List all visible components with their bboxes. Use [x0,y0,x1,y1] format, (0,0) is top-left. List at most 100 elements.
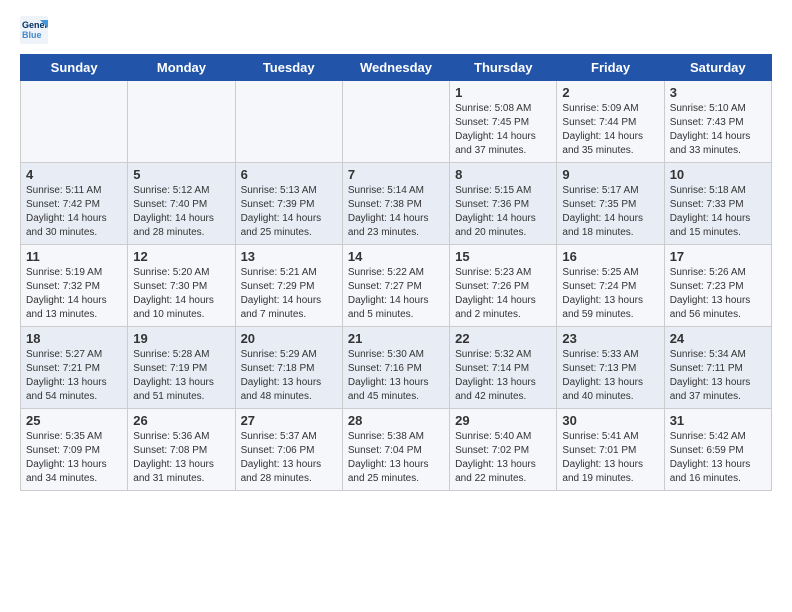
day-number: 9 [562,167,658,182]
weekday-header-thursday: Thursday [450,55,557,81]
header: General Blue [20,16,772,44]
weekday-header-wednesday: Wednesday [342,55,449,81]
day-info: Sunrise: 5:34 AM Sunset: 7:11 PM Dayligh… [670,348,766,404]
calendar-header: SundayMondayTuesdayWednesdayThursdayFrid… [21,55,772,81]
day-cell: 31Sunrise: 5:42 AM Sunset: 6:59 PM Dayli… [664,409,771,491]
day-number: 30 [562,413,658,428]
day-cell: 3Sunrise: 5:10 AM Sunset: 7:43 PM Daylig… [664,81,771,163]
weekday-header-sunday: Sunday [21,55,128,81]
day-cell: 16 Sunrise: 5:25 AM Sunset: 7:24 PM Dayli… [557,245,664,327]
day-cell: 11Sunrise: 5:19 AM Sunset: 7:32 PM Dayli… [21,245,128,327]
day-info: Sunrise: 5:14 AM Sunset: 7:38 PM Dayligh… [348,184,444,240]
day-info: Sunrise: 5:18 AM Sunset: 7:33 PM Dayligh… [670,184,766,240]
day-number: 25 [26,413,122,428]
day-cell: 2 Sunrise: 5:09 AM Sunset: 7:44 PM Daylig… [557,81,664,163]
weekday-header-monday: Monday [128,55,235,81]
day-number: 31 [670,413,766,428]
day-number: 23 [562,331,658,346]
day-cell: 22 Sunrise: 5:32 AM Sunset: 7:14 PM Dayli… [450,327,557,409]
weekday-header-saturday: Saturday [664,55,771,81]
day-cell [235,81,342,163]
day-info: Sunrise: 5:21 AM Sunset: 7:29 PM Dayligh… [241,266,337,322]
day-number: 8 [455,167,551,182]
day-cell [21,81,128,163]
day-cell: 30Sunrise: 5:41 AM Sunset: 7:01 PM Dayli… [557,409,664,491]
day-number: 22 [455,331,551,346]
day-info: Sunrise: 5:19 AM Sunset: 7:32 PM Dayligh… [26,266,122,322]
logo-icon: General Blue [20,16,48,44]
day-info: Sunrise: 5:08 AM Sunset: 7:45 PM Dayligh… [455,102,551,158]
day-number: 20 [241,331,337,346]
day-cell: 25 Sunrise: 5:35 AM Sunset: 7:09 PM Dayli… [21,409,128,491]
day-number: 19 [133,331,229,346]
day-cell [342,81,449,163]
day-number: 13 [241,249,337,264]
day-cell: 23 Sunrise: 5:33 AM Sunset: 7:13 PM Dayli… [557,327,664,409]
day-info: Sunrise: 5:15 AM Sunset: 7:36 PM Dayligh… [455,184,551,240]
day-info: Sunrise: 5:09 AM Sunset: 7:44 PM Dayligh… [562,102,658,158]
day-number: 21 [348,331,444,346]
day-cell: 8 Sunrise: 5:15 AM Sunset: 7:36 PM Daylig… [450,163,557,245]
day-number: 7 [348,167,444,182]
day-number: 18 [26,331,122,346]
page: General Blue SundayMondayTuesdayWednesda… [0,0,792,501]
day-cell [128,81,235,163]
day-info: Sunrise: 5:35 AM Sunset: 7:09 PM Dayligh… [26,430,122,486]
day-cell: 1 Sunrise: 5:08 AM Sunset: 7:45 PM Daylig… [450,81,557,163]
day-number: 1 [455,85,551,100]
weekday-header-friday: Friday [557,55,664,81]
day-cell: 27Sunrise: 5:37 AM Sunset: 7:06 PM Dayli… [235,409,342,491]
day-number: 6 [241,167,337,182]
day-cell: 4 Sunrise: 5:11 AM Sunset: 7:42 PM Daylig… [21,163,128,245]
day-cell: 14Sunrise: 5:22 AM Sunset: 7:27 PM Dayli… [342,245,449,327]
calendar-body: 1 Sunrise: 5:08 AM Sunset: 7:45 PM Daylig… [21,81,772,491]
day-cell: 26Sunrise: 5:36 AM Sunset: 7:08 PM Dayli… [128,409,235,491]
day-info: Sunrise: 5:32 AM Sunset: 7:14 PM Dayligh… [455,348,551,404]
day-info: Sunrise: 5:11 AM Sunset: 7:42 PM Dayligh… [26,184,122,240]
logo: General Blue [20,16,52,44]
week-row-3: 11Sunrise: 5:19 AM Sunset: 7:32 PM Dayli… [21,245,772,327]
day-cell: 9 Sunrise: 5:17 AM Sunset: 7:35 PM Daylig… [557,163,664,245]
day-cell: 5Sunrise: 5:12 AM Sunset: 7:40 PM Daylig… [128,163,235,245]
day-cell: 20Sunrise: 5:29 AM Sunset: 7:18 PM Dayli… [235,327,342,409]
day-cell: 12Sunrise: 5:20 AM Sunset: 7:30 PM Dayli… [128,245,235,327]
day-info: Sunrise: 5:13 AM Sunset: 7:39 PM Dayligh… [241,184,337,240]
day-cell: 21 Sunrise: 5:30 AM Sunset: 7:16 PM Dayli… [342,327,449,409]
calendar-table: SundayMondayTuesdayWednesdayThursdayFrid… [20,54,772,491]
day-info: Sunrise: 5:40 AM Sunset: 7:02 PM Dayligh… [455,430,551,486]
day-number: 24 [670,331,766,346]
day-info: Sunrise: 5:30 AM Sunset: 7:16 PM Dayligh… [348,348,444,404]
day-cell: 15 Sunrise: 5:23 AM Sunset: 7:26 PM Dayli… [450,245,557,327]
day-cell: 10 Sunrise: 5:18 AM Sunset: 7:33 PM Dayli… [664,163,771,245]
day-info: Sunrise: 5:33 AM Sunset: 7:13 PM Dayligh… [562,348,658,404]
week-row-1: 1 Sunrise: 5:08 AM Sunset: 7:45 PM Daylig… [21,81,772,163]
day-cell: 6 Sunrise: 5:13 AM Sunset: 7:39 PM Daylig… [235,163,342,245]
week-row-4: 18 Sunrise: 5:27 AM Sunset: 7:21 PM Dayli… [21,327,772,409]
day-cell: 29 Sunrise: 5:40 AM Sunset: 7:02 PM Dayli… [450,409,557,491]
day-number: 17 [670,249,766,264]
day-cell: 18 Sunrise: 5:27 AM Sunset: 7:21 PM Dayli… [21,327,128,409]
day-cell: 7 Sunrise: 5:14 AM Sunset: 7:38 PM Daylig… [342,163,449,245]
day-cell: 13 Sunrise: 5:21 AM Sunset: 7:29 PM Dayli… [235,245,342,327]
day-number: 10 [670,167,766,182]
day-number: 5 [133,167,229,182]
day-cell: 17 Sunrise: 5:26 AM Sunset: 7:23 PM Dayli… [664,245,771,327]
day-info: Sunrise: 5:17 AM Sunset: 7:35 PM Dayligh… [562,184,658,240]
day-info: Sunrise: 5:20 AM Sunset: 7:30 PM Dayligh… [133,266,229,322]
day-info: Sunrise: 5:28 AM Sunset: 7:19 PM Dayligh… [133,348,229,404]
day-info: Sunrise: 5:37 AM Sunset: 7:06 PM Dayligh… [241,430,337,486]
day-number: 15 [455,249,551,264]
day-number: 2 [562,85,658,100]
day-number: 4 [26,167,122,182]
day-info: Sunrise: 5:27 AM Sunset: 7:21 PM Dayligh… [26,348,122,404]
day-info: Sunrise: 5:25 AM Sunset: 7:24 PM Dayligh… [562,266,658,322]
weekday-row: SundayMondayTuesdayWednesdayThursdayFrid… [21,55,772,81]
day-number: 29 [455,413,551,428]
day-number: 28 [348,413,444,428]
day-cell: 28Sunrise: 5:38 AM Sunset: 7:04 PM Dayli… [342,409,449,491]
day-info: Sunrise: 5:23 AM Sunset: 7:26 PM Dayligh… [455,266,551,322]
day-number: 14 [348,249,444,264]
day-number: 26 [133,413,229,428]
day-info: Sunrise: 5:26 AM Sunset: 7:23 PM Dayligh… [670,266,766,322]
day-number: 16 [562,249,658,264]
